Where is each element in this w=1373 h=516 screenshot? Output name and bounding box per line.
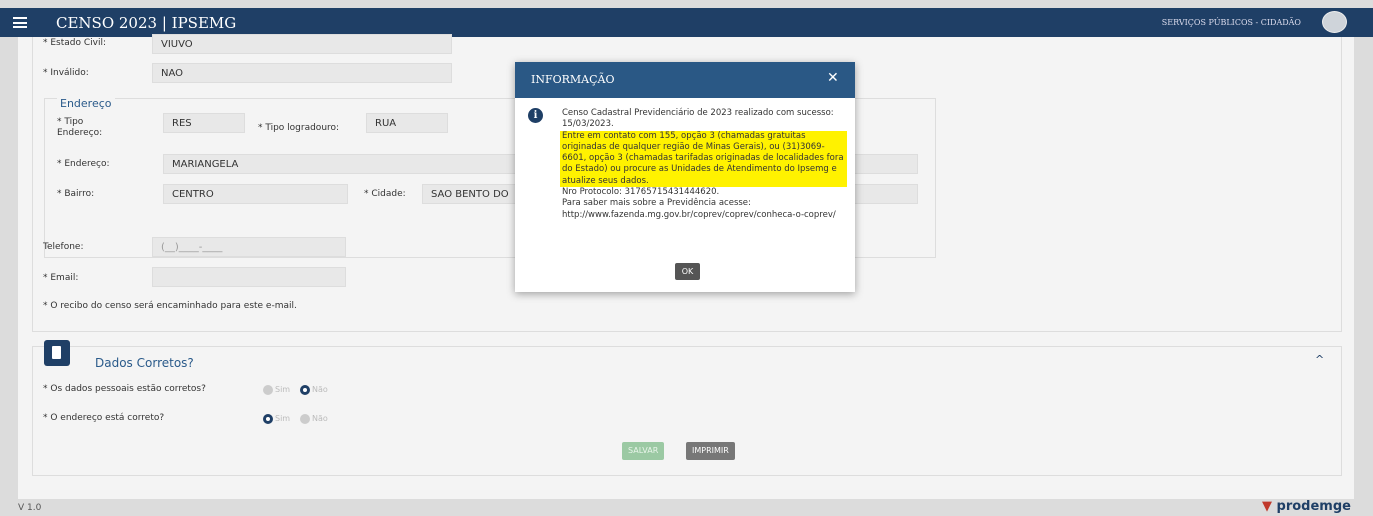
radio-personal-nao[interactable] [300,385,310,395]
logo-mark-icon: ▼ [1262,499,1272,514]
receipt-note: * O recibo do censo será encaminhado par… [43,301,297,311]
q-personal-data: * Os dados pessoais estão corretos? [43,384,206,394]
radio-personal-nao-label: Não [312,385,328,394]
app-title: CENSO 2023 | IPSEMG [56,14,237,32]
bairro-label: * Bairro: [57,189,95,199]
radio-address-sim-label: Sim [275,414,291,423]
protocol-number: Nro Protocolo: 31765715431444620. [562,187,720,198]
ok-button[interactable]: OK [675,263,700,280]
estado-civil-label: * Estado Civil: [43,38,107,48]
dialog-title: INFORMAÇÃO [531,73,615,86]
close-icon[interactable]: ✕ [827,70,839,86]
cidade-label: * Cidade: [364,189,406,199]
info-dialog: INFORMAÇÃO ✕ i Censo Cadastral Previdenc… [515,62,855,292]
tipo-endereco-label: * Tipo Endereço: [57,117,103,138]
contact-instructions: Entre em contato com 155, opção 3 (chama… [560,130,847,188]
radio-address-nao-label: Não [312,414,328,423]
hamburger-menu-icon[interactable] [13,17,27,28]
address-legend: Endereço [57,97,115,110]
user-avatar[interactable] [1322,11,1347,33]
print-button[interactable]: IMPRIMIR [686,442,735,460]
radio-personal-sim-label: Sim [275,385,291,394]
tipo-endereco-field[interactable]: RES [163,113,245,133]
bairro-field[interactable]: CENTRO [163,184,348,204]
dialog-message: Censo Cadastral Previdenciário de 2023 r… [560,108,847,221]
invalido-field[interactable]: NAO [152,63,452,83]
telefone-label: Telefone: [43,242,84,252]
estado-civil-field[interactable]: VIUVO [152,34,452,54]
radio-address-nao[interactable] [300,414,310,424]
prodemge-logo: ▼ prodemge [1262,499,1351,514]
email-field[interactable] [152,267,346,287]
telefone-field[interactable]: (__)____-____ [152,237,346,257]
info-icon: i [528,108,543,123]
more-info-link[interactable]: Para saber mais sobre a Previdência aces… [562,198,847,221]
endereco-label: * Endereço: [57,159,110,169]
success-message: Censo Cadastral Previdenciário de 2023 r… [562,108,834,130]
radio-address-sim[interactable] [263,414,273,424]
section-title: Dados Corretos? [95,356,194,370]
email-label: * Email: [43,273,79,283]
logo-text: prodemge [1276,499,1351,514]
chevron-up-icon[interactable]: ^ [1315,353,1324,366]
radio-personal-sim[interactable] [263,385,273,395]
dialog-header: INFORMAÇÃO ✕ [515,62,855,98]
version-label: V 1.0 [18,503,42,513]
invalido-label: * Inválido: [43,68,89,78]
tipo-logradouro-field[interactable]: RUA [366,113,448,133]
save-button[interactable]: SALVAR [622,442,665,460]
document-icon [44,340,70,366]
top-navbar: CENSO 2023 | IPSEMG SERVIÇOS PÚBLICOS - … [0,8,1373,37]
q-address: * O endereço está correto? [43,413,165,423]
nav-link-servicos[interactable]: SERVIÇOS PÚBLICOS - CIDADÃO [1162,18,1301,27]
tipo-logradouro-label: * Tipo logradouro: [258,123,340,133]
